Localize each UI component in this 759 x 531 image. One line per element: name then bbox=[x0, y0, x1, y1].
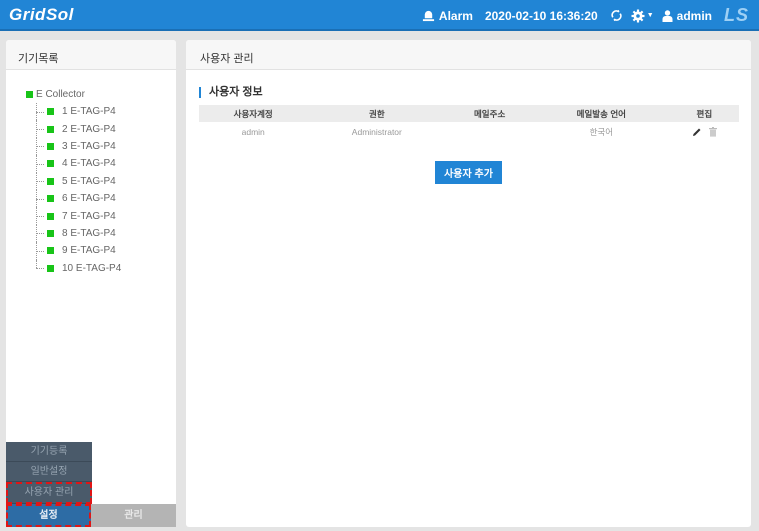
tree-item[interactable]: 2 E-TAG-P4 bbox=[26, 120, 121, 138]
tree-connector bbox=[36, 163, 44, 165]
page-title: 사용자 관리 bbox=[186, 40, 751, 70]
cell-account: admin bbox=[241, 127, 265, 137]
tree-item-label: 10 E-TAG-P4 bbox=[62, 262, 122, 274]
user-icon bbox=[662, 9, 673, 22]
user-table: 사용자계정 권한 메일주소 메일발송 언어 편집 admin Administr… bbox=[199, 105, 739, 142]
tree-connector bbox=[36, 129, 44, 131]
tab-manage[interactable]: 관리 bbox=[91, 504, 176, 527]
settings-submenu: 기기등록 일반설정 사용자 관리 bbox=[6, 442, 92, 504]
cell-language: 한국어 bbox=[589, 127, 614, 137]
status-indicator-icon bbox=[26, 91, 33, 98]
bottom-tabs: 설정 관리 bbox=[6, 504, 176, 527]
tree-connector bbox=[36, 111, 44, 113]
status-indicator-icon bbox=[47, 177, 54, 185]
tree-connector bbox=[36, 233, 44, 235]
status-indicator-icon bbox=[47, 212, 54, 220]
menu-device-registration[interactable]: 기기등록 bbox=[6, 442, 92, 462]
cell-role: Administrator bbox=[351, 127, 402, 137]
tree-item[interactable]: 7 E-TAG-P4 bbox=[26, 207, 121, 225]
edit-pencil-icon[interactable] bbox=[692, 127, 702, 137]
gridsol-logo: GridSol bbox=[9, 5, 74, 24]
col-language: 메일발송 언어 bbox=[532, 105, 670, 122]
username: admin bbox=[676, 8, 712, 23]
trash-icon[interactable] bbox=[708, 127, 717, 137]
settings-menu[interactable]: ▼ bbox=[631, 9, 654, 23]
tree-item[interactable]: 6 E-TAG-P4 bbox=[26, 189, 121, 208]
section-title: 사용자 정보 bbox=[199, 87, 263, 98]
tree-connector bbox=[36, 181, 44, 183]
tree-connector bbox=[36, 259, 37, 269]
tree-item-label: 1 E-TAG-P4 bbox=[62, 106, 116, 118]
tree-item-label: 8 E-TAG-P4 bbox=[62, 227, 116, 239]
tree-connector bbox=[36, 268, 44, 270]
tree-item-label: 2 E-TAG-P4 bbox=[62, 123, 116, 135]
col-account: 사용자계정 bbox=[199, 105, 308, 122]
alarm-button[interactable]: Alarm bbox=[422, 9, 473, 23]
status-indicator-icon bbox=[47, 142, 54, 150]
tree-item[interactable]: 1 E-TAG-P4 bbox=[26, 103, 121, 121]
add-user-button[interactable]: 사용자 추가 bbox=[435, 161, 502, 184]
table-row: admin Administrator 한국어 bbox=[199, 122, 739, 142]
tree-item-label: 4 E-TAG-P4 bbox=[62, 158, 116, 170]
tree-item-label: 5 E-TAG-P4 bbox=[62, 175, 116, 187]
menu-user-management[interactable]: 사용자 관리 bbox=[6, 482, 92, 504]
tree-item[interactable]: 4 E-TAG-P4 bbox=[26, 155, 121, 173]
tree-item-label: 6 E-TAG-P4 bbox=[62, 193, 116, 205]
cell-email bbox=[446, 122, 533, 142]
device-list-panel: 기기목록 E Collector 1 E-TAG-P4 2 E-TAG-P4 3 E… bbox=[6, 40, 176, 527]
cell-edit bbox=[670, 122, 739, 142]
col-edit: 편집 bbox=[669, 105, 739, 122]
gear-icon bbox=[631, 9, 645, 22]
col-role: 권한 bbox=[307, 105, 447, 122]
tree-connector bbox=[36, 250, 44, 252]
status-indicator-icon bbox=[47, 247, 54, 255]
menu-general-settings[interactable]: 일반설정 bbox=[6, 462, 92, 482]
tree-item[interactable]: 10 E-TAG-P4 bbox=[26, 259, 122, 277]
table-header-row: 사용자계정 권한 메일주소 메일발송 언어 편집 bbox=[199, 105, 739, 122]
status-indicator-icon bbox=[47, 125, 54, 133]
refresh-button[interactable] bbox=[610, 9, 623, 22]
alarm-bell-icon bbox=[422, 10, 434, 22]
status-indicator-icon bbox=[47, 264, 54, 272]
datetime: 2020-02-10 16:36:20 bbox=[484, 8, 598, 23]
top-bar: GridSol Alarm 2020-02-10 16:36:20 ▼ admi… bbox=[0, 0, 759, 31]
ls-brand-logo: LS bbox=[723, 5, 749, 25]
tree-item-label: 9 E-TAG-P4 bbox=[62, 245, 116, 257]
tree-item[interactable]: 9 E-TAG-P4 bbox=[26, 242, 121, 260]
col-email: 메일주소 bbox=[446, 105, 533, 122]
device-tree: E Collector 1 E-TAG-P4 2 E-TAG-P4 3 E-TAG-… bbox=[26, 86, 121, 277]
tree-item[interactable]: 3 E-TAG-P4 bbox=[26, 137, 121, 156]
tree-item[interactable]: 8 E-TAG-P4 bbox=[26, 224, 121, 243]
status-indicator-icon bbox=[47, 108, 54, 116]
device-list-title: 기기목록 bbox=[6, 40, 176, 70]
tree-connector bbox=[36, 146, 44, 148]
tree-connector bbox=[36, 198, 44, 200]
user-menu[interactable]: admin bbox=[662, 9, 712, 23]
tab-settings[interactable]: 설정 bbox=[6, 504, 91, 527]
status-indicator-icon bbox=[47, 160, 54, 168]
refresh-icon bbox=[611, 9, 622, 22]
tree-item[interactable]: 5 E-TAG-P4 bbox=[26, 172, 121, 190]
tree-item-label: 3 E-TAG-P4 bbox=[62, 140, 116, 152]
tree-root-label: E Collector bbox=[36, 89, 85, 100]
page-scrollbar[interactable] bbox=[753, 40, 759, 527]
status-indicator-icon bbox=[47, 229, 54, 237]
tree-root-e-collector[interactable]: E Collector bbox=[26, 86, 121, 103]
tree-connector bbox=[36, 216, 44, 218]
user-management-panel: 사용자 관리 사용자 정보 사용자계정 권한 메일주소 메일발송 언어 편집 a… bbox=[186, 40, 751, 527]
caret-down-icon: ▼ bbox=[646, 12, 654, 19]
alarm-label: Alarm bbox=[438, 8, 473, 23]
tree-item-label: 7 E-TAG-P4 bbox=[62, 210, 116, 222]
status-indicator-icon bbox=[47, 195, 54, 203]
